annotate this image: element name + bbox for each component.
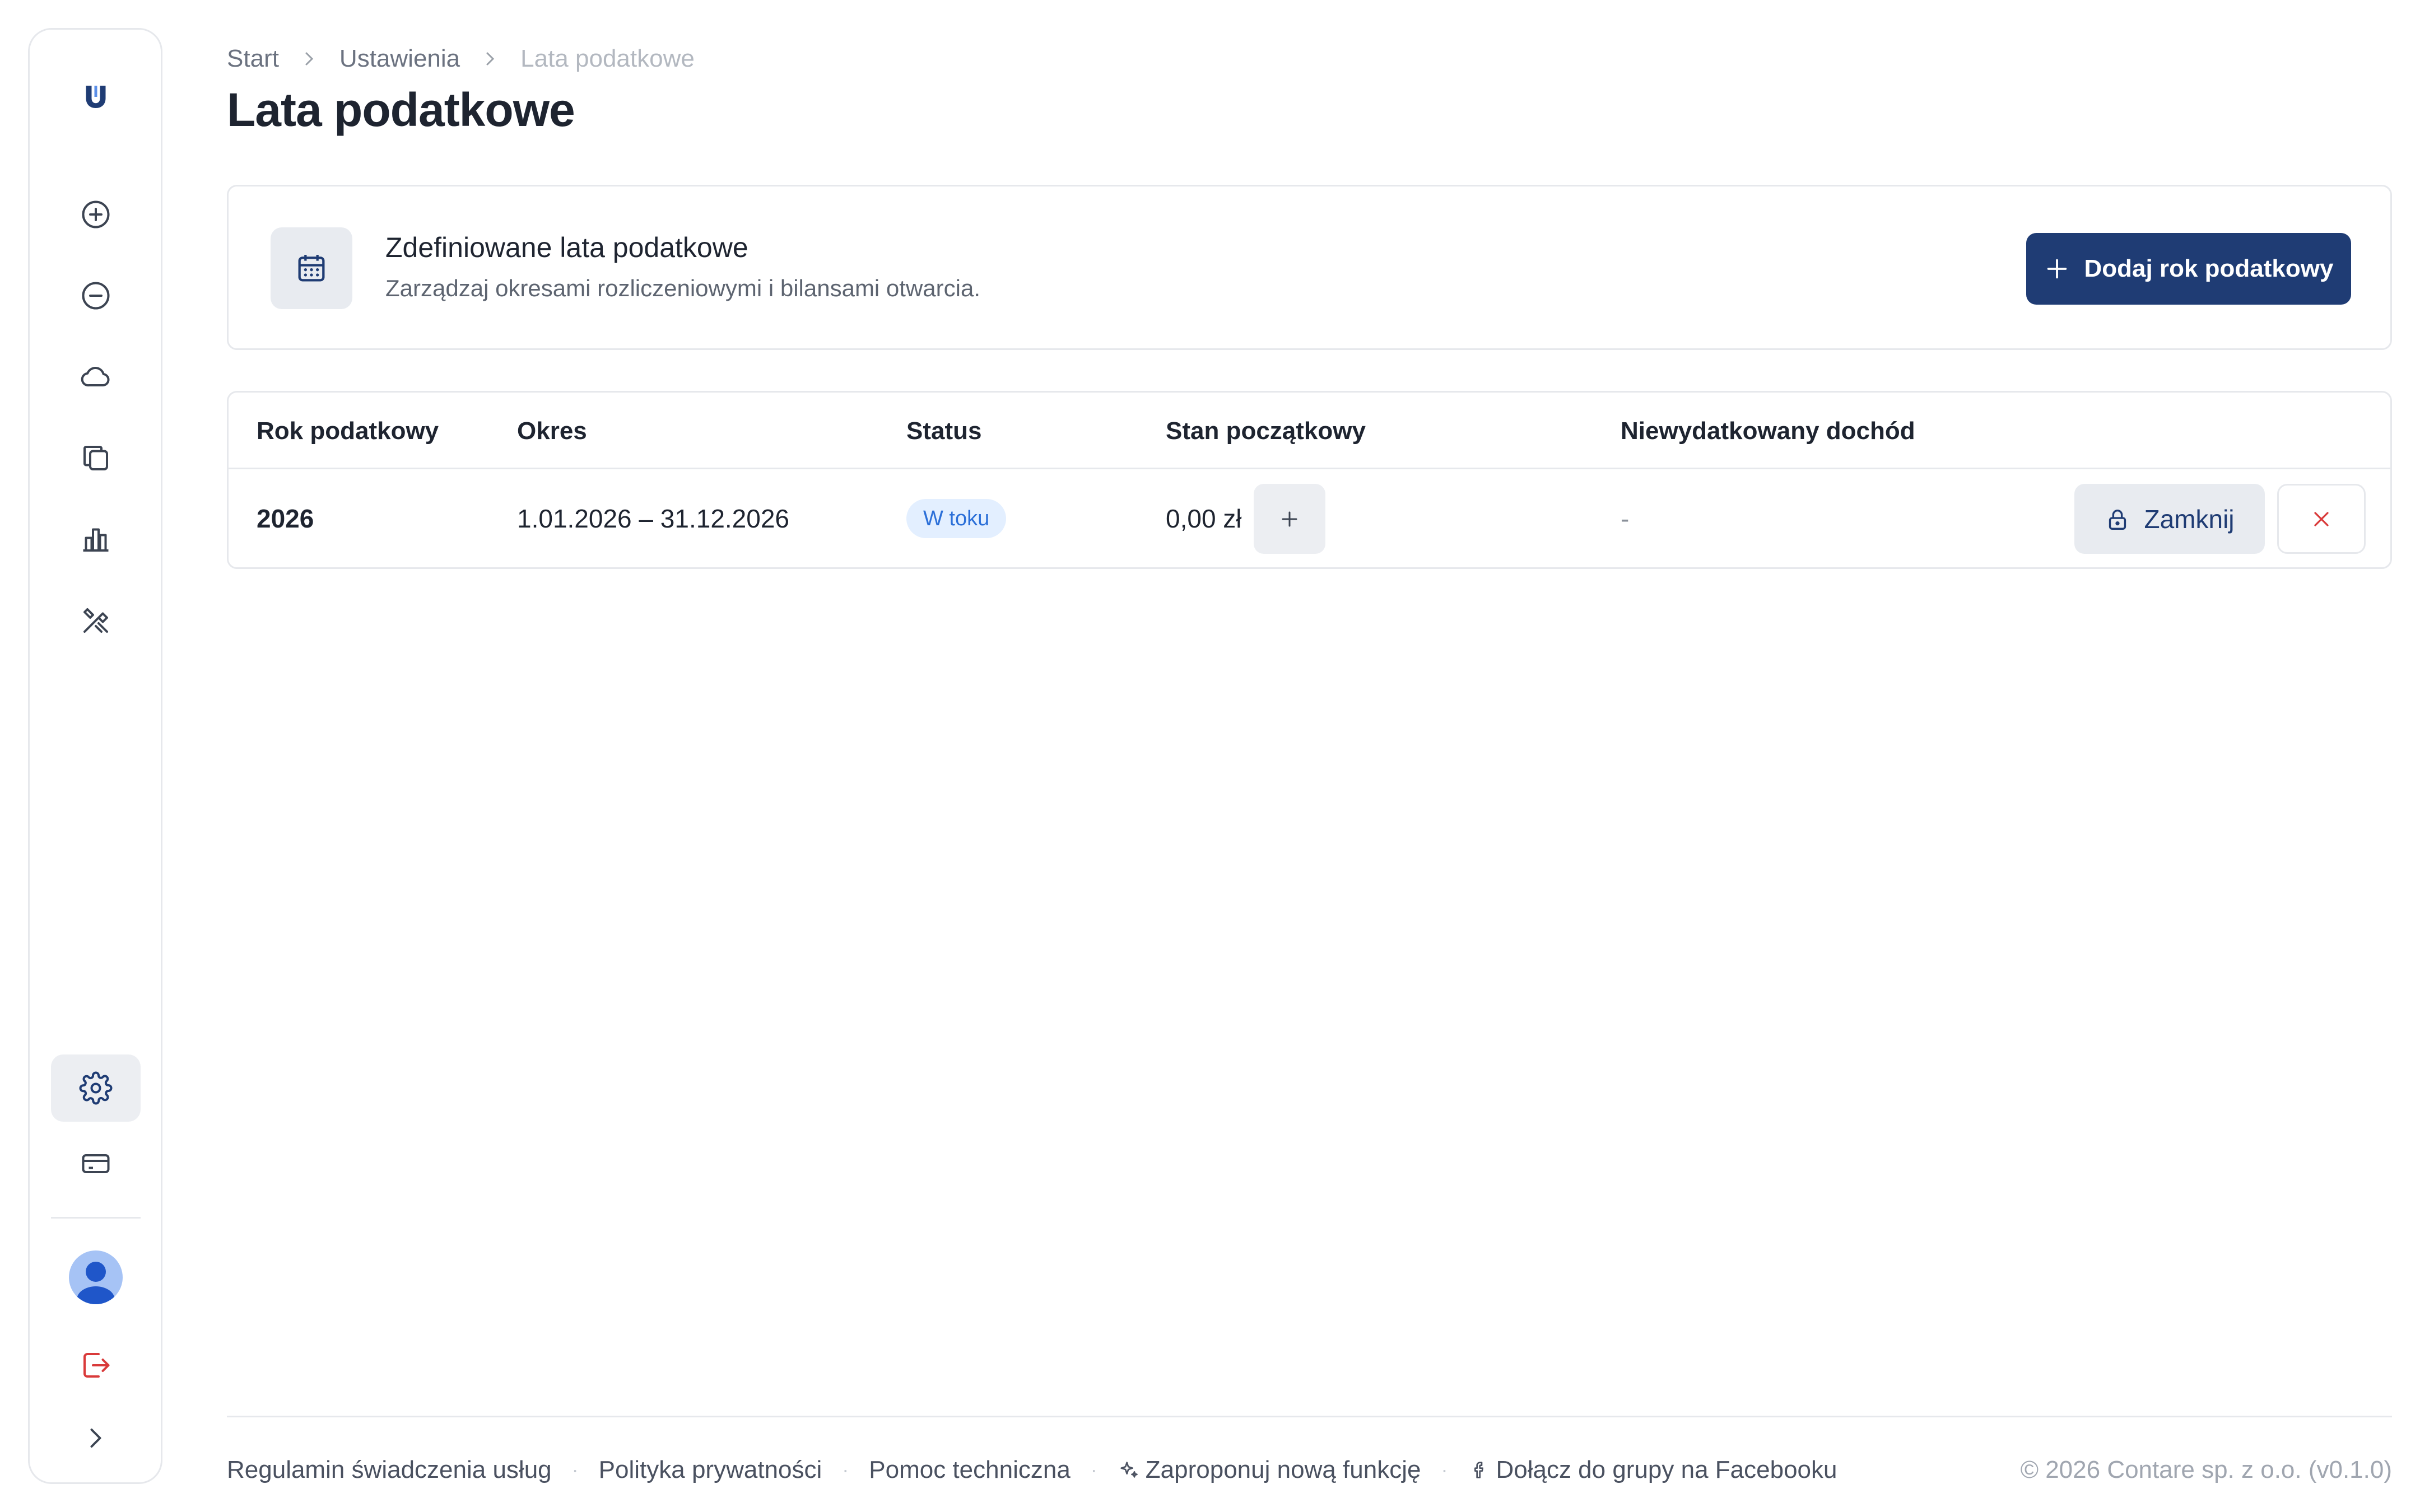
footer-link-suggest-feature[interactable]: Zaproponuj nową funkcję [1146, 1456, 1421, 1484]
breadcrumb-start[interactable]: Start [227, 45, 279, 73]
documents-icon[interactable] [51, 424, 141, 492]
add-tax-year-label: Dodaj rok podatkowy [2084, 255, 2334, 282]
breadcrumb: Start Ustawienia Lata podatkowe [227, 45, 695, 73]
close-year-label: Zamknij [2144, 504, 2235, 534]
column-header-opening-balance: Stan początkowy [1166, 417, 1366, 445]
tools-icon[interactable] [51, 587, 141, 654]
footer-separator: · [571, 1458, 579, 1481]
card-subtitle: Zarządzaj okresami rozliczeniowymi i bil… [385, 275, 980, 301]
add-tax-year-button[interactable]: Dodaj rok podatkowy [2026, 233, 2351, 305]
card-title: Zdefiniowane lata podatkowe [385, 232, 748, 263]
footer-link-terms[interactable]: Regulamin świadczenia usług [227, 1456, 552, 1484]
logout-icon[interactable] [51, 1332, 141, 1399]
footer-link-facebook-group[interactable]: Dołącz do grupy na Facebooku [1496, 1456, 1837, 1484]
tax-years-table: Rok podatkowy Okres Status Stan początko… [227, 391, 2392, 569]
cell-year: 2026 [257, 504, 314, 533]
tax-years-card: Zdefiniowane lata podatkowe Zarządzaj ok… [227, 185, 2392, 350]
card-icon[interactable] [51, 1130, 141, 1197]
cell-opening-balance: 0,00 zł [1166, 504, 1242, 533]
add-opening-balance-button[interactable] [1254, 484, 1325, 554]
sparkle-icon [1118, 1459, 1140, 1481]
table-header: Rok podatkowy Okres Status Stan początko… [229, 393, 2390, 469]
status-badge: W toku [906, 499, 1007, 538]
close-icon [2314, 511, 2329, 526]
copyright: © 2026 Contare sp. z o.o. (v0.1.0) [2020, 1456, 2392, 1483]
delete-year-button[interactable] [2277, 484, 2366, 554]
footer-link-support[interactable]: Pomoc techniczna [869, 1456, 1071, 1484]
calendar-icon [271, 227, 352, 309]
column-header-unspent-income: Niewydatkowany dochód [1621, 417, 1915, 445]
cloud-icon[interactable] [51, 343, 141, 410]
sidebar-divider [51, 1217, 141, 1219]
chevron-right-icon [479, 48, 501, 70]
cell-unspent-income: - [1621, 504, 1630, 533]
page-title: Lata podatkowe [227, 83, 575, 136]
column-header-status: Status [906, 417, 982, 445]
sidebar [28, 28, 162, 1484]
lock-icon [2109, 509, 2126, 530]
logo-icon[interactable] [51, 63, 141, 130]
plus-icon [2047, 259, 2067, 279]
plus-icon [1282, 511, 1297, 526]
column-header-period: Okres [517, 417, 587, 445]
footer-link-privacy[interactable]: Polityka prywatności [599, 1456, 822, 1484]
footer-divider [227, 1416, 2392, 1417]
footer-separator: · [1441, 1458, 1448, 1481]
footer-separator: · [842, 1458, 849, 1481]
chevron-right-icon[interactable] [51, 1404, 141, 1472]
chevron-right-icon [298, 48, 320, 70]
footer: Regulamin świadczenia usług · Polityka p… [227, 1453, 1837, 1487]
minus-circle-icon[interactable] [51, 262, 141, 329]
plus-circle-icon[interactable] [51, 181, 141, 248]
breadcrumb-settings[interactable]: Ustawienia [339, 45, 460, 73]
gear-icon[interactable] [51, 1054, 141, 1122]
facebook-icon [1468, 1459, 1490, 1481]
cell-period: 1.01.2026 – 31.12.2026 [517, 504, 790, 533]
breadcrumb-current: Lata podatkowe [520, 45, 695, 72]
bar-chart-icon[interactable] [51, 506, 141, 573]
column-header-year: Rok podatkowy [257, 417, 439, 445]
avatar[interactable] [69, 1250, 123, 1304]
close-year-button[interactable]: Zamknij [2074, 484, 2265, 554]
footer-separator: · [1090, 1458, 1097, 1481]
